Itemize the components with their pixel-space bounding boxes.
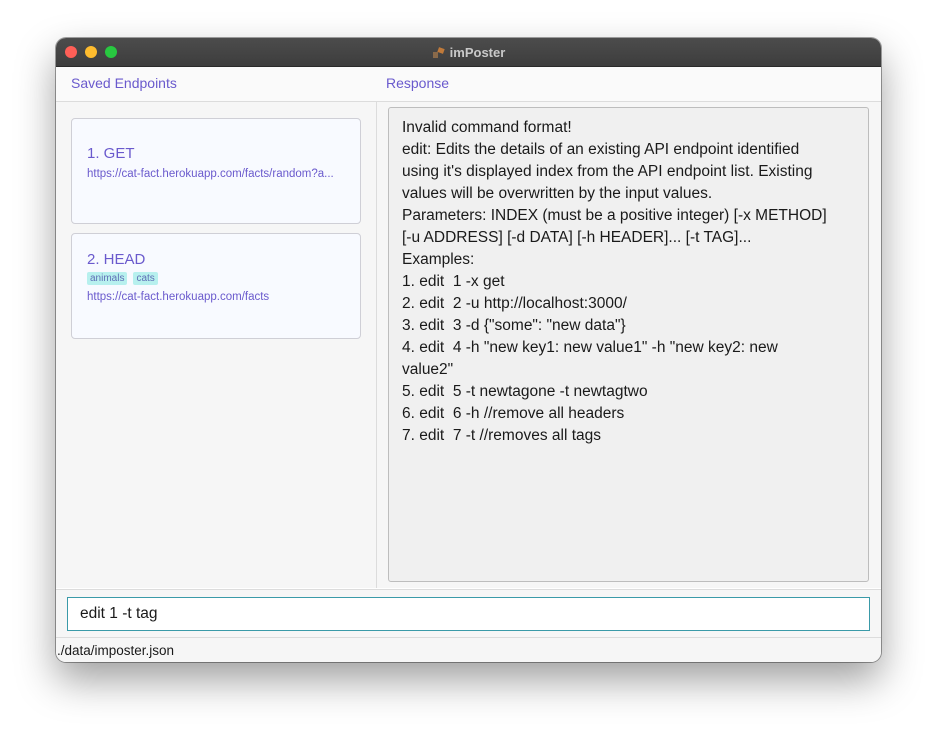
endpoint-tags: animals cats <box>87 272 158 285</box>
endpoint-card[interactable]: 1. GET https://cat-fact.herokuapp.com/fa… <box>71 118 361 224</box>
saved-endpoints-heading: Saved Endpoints <box>71 75 177 91</box>
panel-header-row: Saved Endpoints Response <box>56 67 881 102</box>
endpoint-url: https://cat-fact.herokuapp.com/facts <box>87 291 270 303</box>
endpoint-title: 2. HEAD <box>87 251 146 268</box>
title-bar[interactable]: imPoster <box>56 38 881 67</box>
data-file-path: ./data/imposter.json <box>57 643 175 658</box>
endpoint-title: 1. GET <box>87 145 135 162</box>
response-text: Invalid command format! edit: Edits the … <box>402 119 827 444</box>
status-bar: ./data/imposter.json <box>56 637 881 662</box>
app-window: imPoster Saved Endpoints Response 1. GET… <box>56 38 881 662</box>
tag-badge: animals <box>87 272 128 285</box>
response-heading: Response <box>386 75 450 91</box>
endpoint-card[interactable]: 2. HEAD animals cats https://cat-fact.he… <box>71 233 361 339</box>
response-panel: Invalid command format! edit: Edits the … <box>377 102 881 588</box>
endpoint-url: https://cat-fact.herokuapp.com/facts/ran… <box>87 168 334 180</box>
tag-badge: cats <box>133 272 158 285</box>
window-title-group: imPoster <box>56 38 881 66</box>
command-area <box>56 589 881 637</box>
command-input[interactable] <box>67 597 870 631</box>
window-title: imPoster <box>449 44 506 60</box>
response-display[interactable]: Invalid command format! edit: Edits the … <box>388 107 869 582</box>
imposter-app-icon <box>432 46 445 58</box>
endpoint-list-panel: 1. GET https://cat-fact.herokuapp.com/fa… <box>56 102 377 588</box>
